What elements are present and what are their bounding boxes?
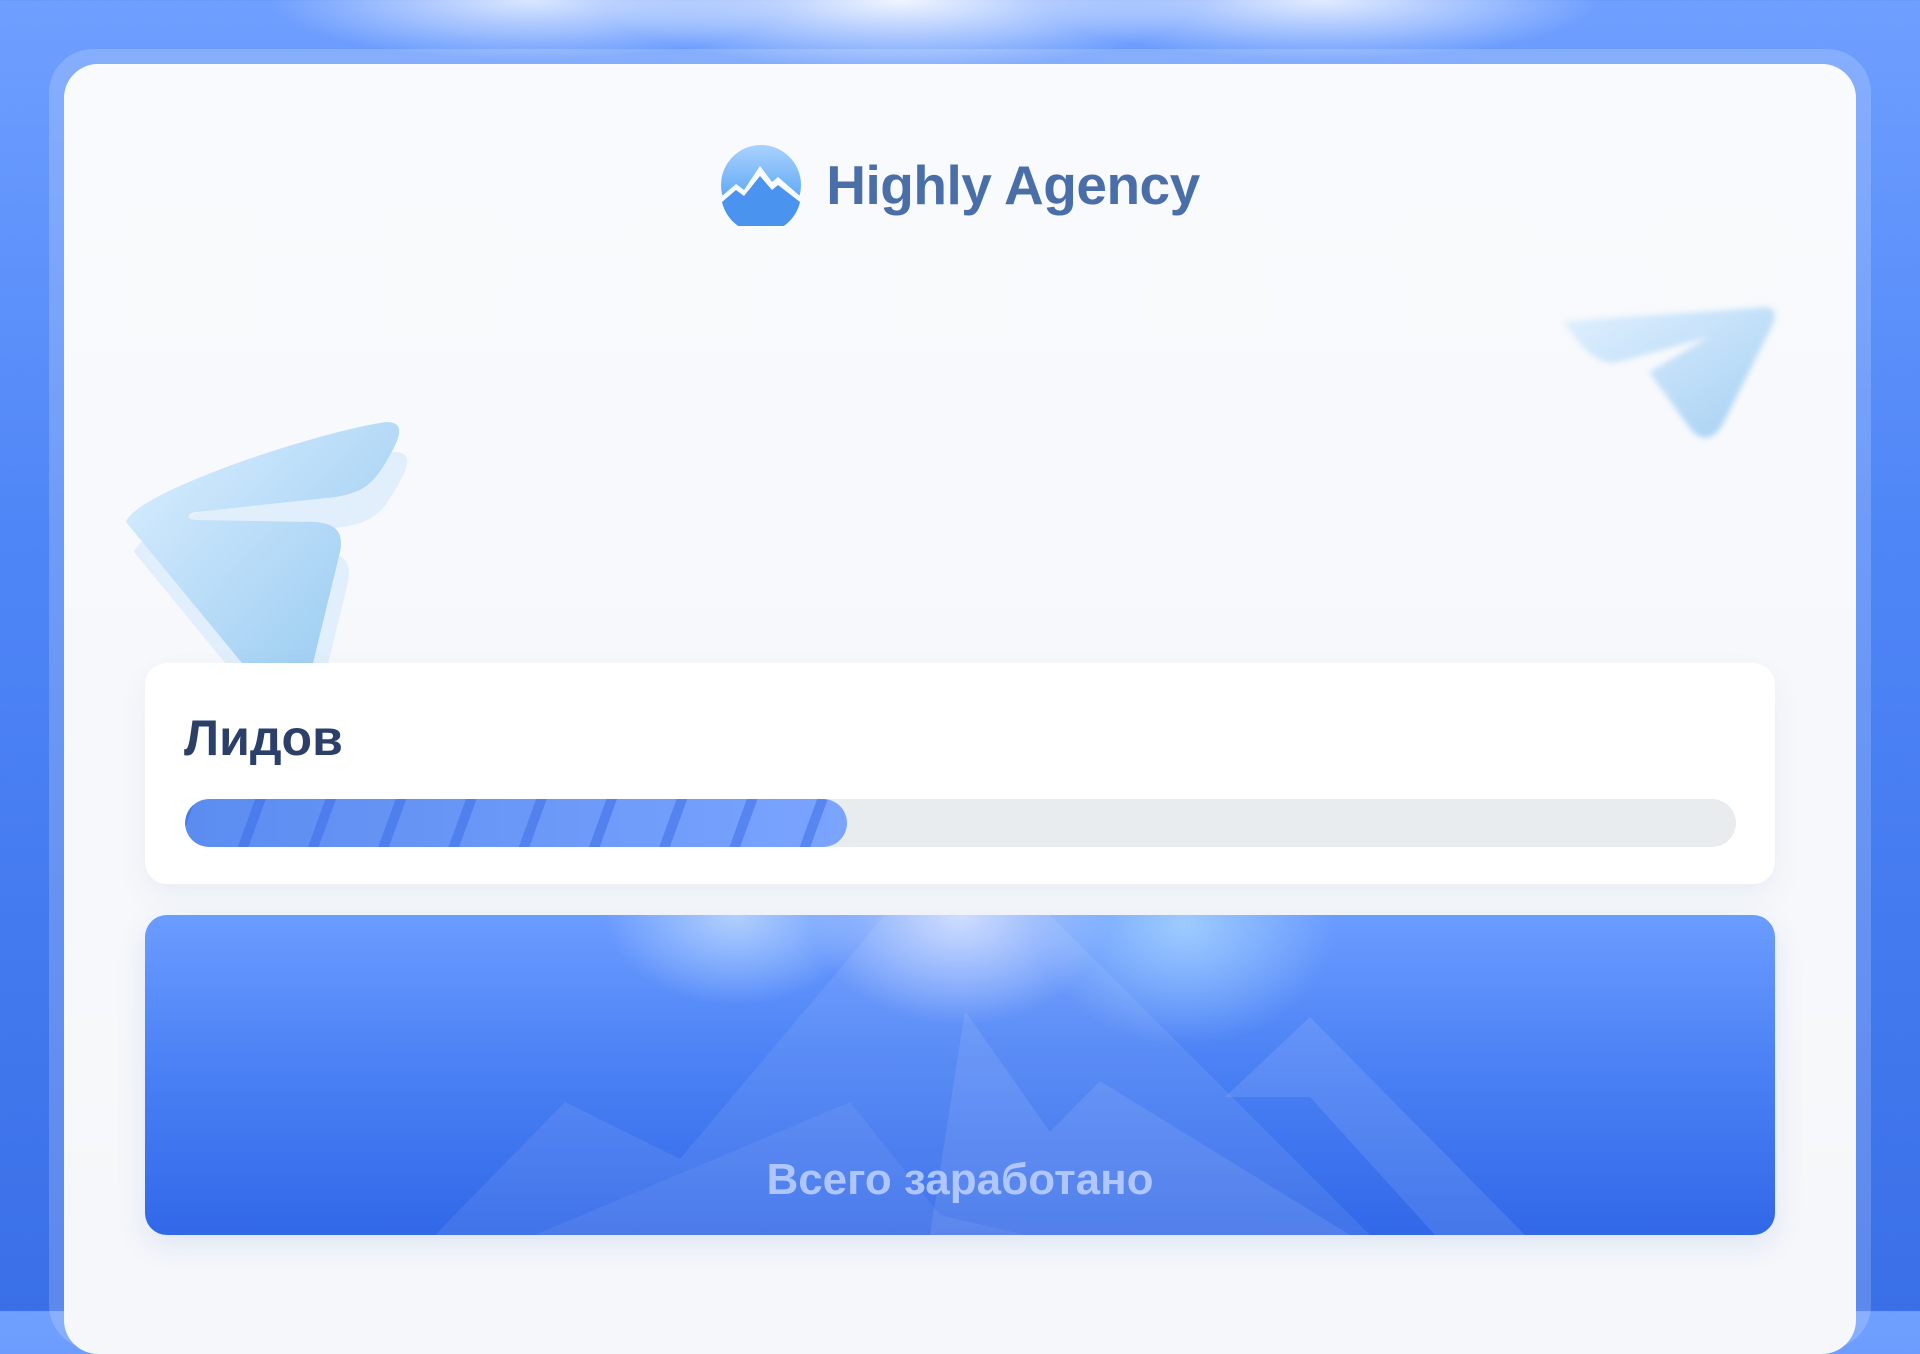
leads-progress-fill xyxy=(185,799,848,847)
brand-name: Highly Agency xyxy=(826,154,1200,216)
earnings-label: Всего заработано xyxy=(766,1155,1154,1204)
paper-plane-icon xyxy=(1564,307,1775,438)
leads-card: Лидов xyxy=(145,663,1775,884)
mountain-logo-icon xyxy=(721,145,802,226)
leads-title: Лидов xyxy=(184,710,343,766)
main-panel: Highly Agency Лидов Всего заработано xyxy=(64,64,1856,1354)
leads-progress-bar xyxy=(185,799,1736,847)
earnings-card: Всего заработано xyxy=(145,915,1775,1235)
brand-header: Highly Agency xyxy=(64,144,1856,226)
